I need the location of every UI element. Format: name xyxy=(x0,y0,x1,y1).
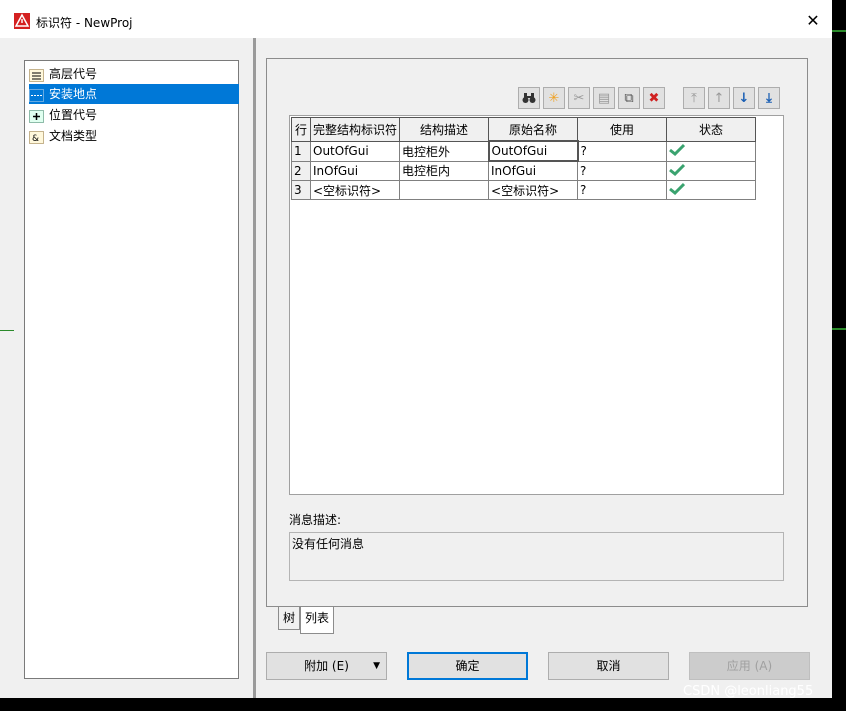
column-header-status[interactable]: 状态 xyxy=(666,117,757,142)
cell-use[interactable]: ? xyxy=(577,140,668,162)
cell-use[interactable]: ? xyxy=(577,180,668,200)
cell-status xyxy=(666,180,757,200)
cell-full-id[interactable]: OutOfGui xyxy=(309,140,401,162)
higher-level-icon xyxy=(29,68,44,82)
move-bottom-icon[interactable]: ⤓ xyxy=(758,87,780,109)
tab-tree[interactable]: 树 xyxy=(278,607,301,630)
background-line xyxy=(832,328,846,330)
view-tabs: 树 列表 xyxy=(278,607,335,634)
binoculars-icon[interactable] xyxy=(518,87,540,109)
tree-item-label: 文档类型 xyxy=(49,129,98,143)
column-header-row[interactable]: 行 xyxy=(291,117,311,142)
column-header-desc[interactable]: 结构描述 xyxy=(399,117,490,142)
table-row[interactable]: 1 OutOfGui 电控柜外 OutOfGui ? xyxy=(291,140,757,162)
column-header-orig[interactable]: 原始名称 xyxy=(488,117,579,142)
tree-item-label: 安装地点 xyxy=(49,87,98,101)
dropdown-arrow-icon: ▼ xyxy=(373,661,380,671)
table-row[interactable]: 2 InOfGui 电控柜内 InOfGui ? xyxy=(291,160,757,181)
move-down-icon[interactable]: ↓ xyxy=(733,87,755,109)
table-header-row: 行 完整结构标识符 结构描述 原始名称 使用 状态 xyxy=(291,117,757,142)
tree-item-higher-level[interactable]: 高层代号 xyxy=(29,64,99,84)
background-line xyxy=(832,30,846,32)
check-icon xyxy=(669,163,686,176)
copy-icon[interactable]: ⧉ xyxy=(618,87,640,109)
attach-button-label: 附加 (E) xyxy=(304,659,349,673)
location-icon xyxy=(29,88,44,102)
tree-item-label: 位置代号 xyxy=(49,108,98,122)
cell-full-id[interactable]: <空标识符> xyxy=(309,180,401,200)
tree-item-location[interactable]: 安装地点 xyxy=(29,84,239,104)
cell-orig[interactable]: <空标识符> xyxy=(488,180,579,200)
edit-toolbar: ✳ ✂ ▤ ⧉ ✖ xyxy=(518,87,668,111)
cut-icon[interactable]: ✂ xyxy=(568,87,590,109)
row-number[interactable]: 1 xyxy=(291,140,311,162)
ok-button[interactable]: 确定 xyxy=(407,652,528,680)
watermark: CSDN @leonliang55 xyxy=(683,684,814,699)
tree-item-document-type[interactable]: & 文档类型 xyxy=(29,126,99,146)
message-label: 消息描述: xyxy=(289,513,342,527)
move-top-icon[interactable]: ⤒ xyxy=(683,87,705,109)
window-title: 标识符 - NewProj xyxy=(36,16,133,30)
column-header-use[interactable]: 使用 xyxy=(577,117,668,142)
row-number[interactable]: 3 xyxy=(291,180,311,200)
document-type-icon: & xyxy=(29,130,44,144)
check-icon xyxy=(669,143,686,157)
close-icon[interactable]: ✕ xyxy=(801,10,825,32)
tree-item-label: 高层代号 xyxy=(49,67,98,81)
cell-desc[interactable] xyxy=(399,180,490,200)
table-row[interactable]: 3 <空标识符> <空标识符> ? xyxy=(291,180,757,200)
delete-icon[interactable]: ✖ xyxy=(643,87,665,109)
tab-list[interactable]: 列表 xyxy=(300,607,335,634)
position-icon xyxy=(29,109,44,123)
cell-desc[interactable]: 电控柜外 xyxy=(399,140,490,162)
cell-orig[interactable]: OutOfGui xyxy=(487,140,579,162)
cell-use[interactable]: ? xyxy=(577,160,668,181)
cancel-button[interactable]: 取消 xyxy=(548,652,669,680)
svg-text:&: & xyxy=(32,134,39,144)
cell-status xyxy=(666,140,757,162)
identifier-grid: 行 完整结构标识符 结构描述 原始名称 使用 状态 1 OutOfGui 电控柜… xyxy=(289,115,784,495)
title-bar: 标识符 - NewProj ✕ xyxy=(0,0,832,38)
tree-panel: 高层代号 安装地点 位置代号 & 文档类型 xyxy=(24,60,239,679)
row-number[interactable]: 2 xyxy=(291,160,311,181)
move-toolbar: ⤒ ↑ ↓ ⤓ xyxy=(683,87,783,111)
cell-orig[interactable]: InOfGui xyxy=(488,160,579,181)
tree-item-position[interactable]: 位置代号 xyxy=(29,105,99,125)
identifier-table: 行 完整结构标识符 结构描述 原始名称 使用 状态 1 OutOfGui 电控柜… xyxy=(291,117,757,200)
attach-button[interactable]: 附加 (E) ▼ xyxy=(266,652,387,680)
cell-status xyxy=(666,160,757,181)
panel-splitter[interactable] xyxy=(253,38,256,698)
check-icon xyxy=(669,182,686,196)
new-icon[interactable]: ✳ xyxy=(543,87,565,109)
dialog-window: 标识符 - NewProj ✕ 高层代号 安装地点 位置代号 & 文档类型 ✳ … xyxy=(0,0,832,698)
cell-desc[interactable]: 电控柜内 xyxy=(399,160,490,181)
cell-full-id[interactable]: InOfGui xyxy=(309,160,401,181)
message-box[interactable]: 没有任何消息 xyxy=(289,532,784,581)
background-line xyxy=(0,330,14,331)
app-icon xyxy=(14,13,30,29)
apply-button[interactable]: 应用 (A) xyxy=(689,652,810,680)
column-header-full-id[interactable]: 完整结构标识符 xyxy=(309,117,401,142)
move-up-icon[interactable]: ↑ xyxy=(708,87,730,109)
paste-icon[interactable]: ▤ xyxy=(593,87,615,109)
